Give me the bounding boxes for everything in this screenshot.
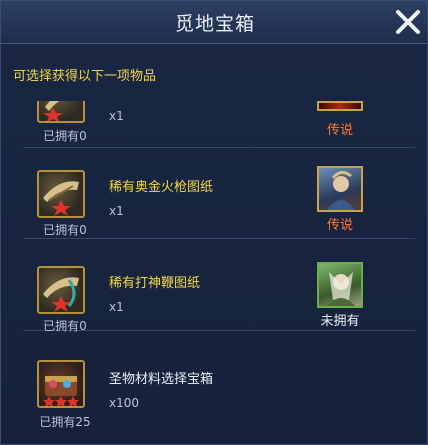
blueprint-icon <box>37 101 85 123</box>
treasure-chest-dialog: 觅地宝箱 可选择获得以下一项物品 已拥有0 x1 传说 已拥有0 稀有奥金火枪图… <box>0 0 428 445</box>
whip-blueprint-icon <box>37 266 85 314</box>
item-quantity: x1 <box>109 109 124 123</box>
owned-count: 已拥有0 <box>43 223 87 237</box>
hero-portrait[interactable] <box>317 262 363 308</box>
owned-count: 已拥有25 <box>39 415 91 429</box>
selection-instruction: 可选择获得以下一项物品 <box>13 69 157 84</box>
reward-list[interactable]: 已拥有0 x1 传说 已拥有0 稀有奥金火枪图纸 x1 传说 已拥有0 稀有打神… <box>23 101 415 444</box>
title-bar: 觅地宝箱 <box>1 1 427 44</box>
list-item[interactable]: 已拥有0 x1 传说 <box>23 101 415 148</box>
owned-count: 已拥有0 <box>43 319 87 333</box>
list-item[interactable]: 已拥有0 稀有奥金火枪图纸 x1 传说 <box>23 148 415 239</box>
close-icon[interactable] <box>393 7 423 37</box>
hero-portrait[interactable] <box>317 101 363 111</box>
rarity-label: 传说 <box>326 218 353 233</box>
owned-status-label: 未拥有 <box>320 314 360 329</box>
item-quantity: x100 <box>109 396 140 410</box>
item-quantity: x1 <box>109 204 124 218</box>
rarity-label: 传说 <box>326 123 353 138</box>
owned-count: 已拥有0 <box>43 129 87 143</box>
musket-blueprint-icon <box>37 170 85 218</box>
hero-portrait[interactable] <box>317 166 363 212</box>
dialog-title: 觅地宝箱 <box>174 13 255 35</box>
chest-icon <box>37 360 85 408</box>
item-name: 圣物材料选择宝箱 <box>109 372 214 387</box>
item-quantity: x1 <box>109 300 124 314</box>
item-name: 稀有奥金火枪图纸 <box>109 180 214 195</box>
list-item[interactable]: 已拥有25 圣物材料选择宝箱 x100 <box>23 334 415 429</box>
item-name: 稀有打神鞭图纸 <box>109 276 201 291</box>
list-item[interactable]: 已拥有0 稀有打神鞭图纸 x1 未拥有 <box>23 240 415 333</box>
